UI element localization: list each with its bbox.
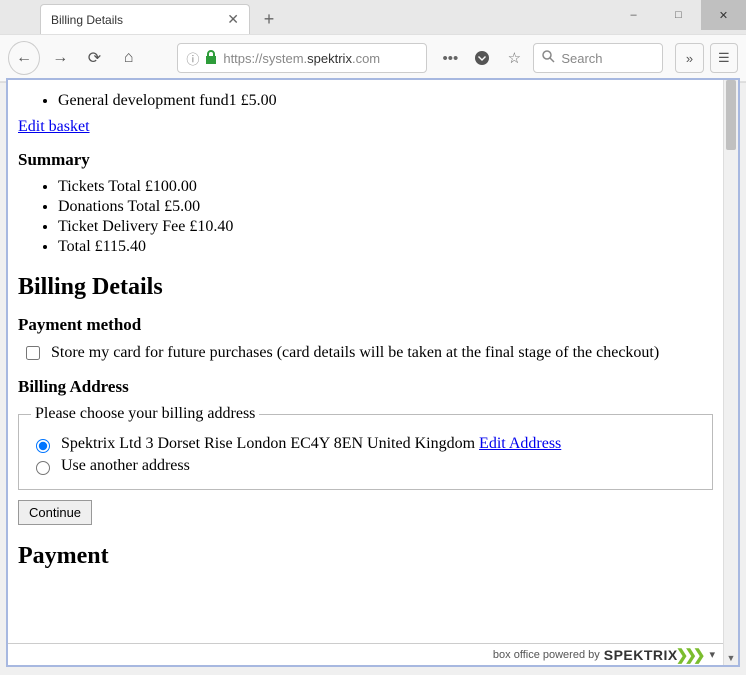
window-close-button[interactable]: ✕	[701, 0, 746, 30]
chevron-down-icon[interactable]: ▾	[709, 648, 715, 661]
url-text: https://system.spektrix.com	[223, 51, 380, 66]
search-icon	[542, 50, 555, 66]
lock-icon	[205, 50, 217, 67]
billing-address-heading: Billing Address	[18, 377, 713, 397]
page-content: General development fund1 £5.00 Edit bas…	[8, 80, 723, 665]
url-bar[interactable]: ⓘ https://system.spektrix.com	[177, 43, 427, 73]
tab-title: Billing Details	[51, 13, 123, 27]
scroll-down-arrow[interactable]: ▼	[724, 650, 738, 665]
edit-address-link[interactable]: Edit Address	[479, 435, 561, 452]
summary-list: Tickets Total £100.00 Donations Total £5…	[18, 178, 713, 256]
billing-address-fieldset: Please choose your billing address Spekt…	[18, 405, 713, 490]
spektrix-logo[interactable]: SPEKTRIX❯❯❯	[604, 646, 702, 664]
list-item: Total £115.40	[58, 238, 713, 256]
new-tab-button[interactable]: +	[254, 4, 284, 34]
reload-button[interactable]: ⟳	[80, 43, 108, 73]
scroll-thumb[interactable]	[726, 80, 736, 150]
list-item: Donations Total £5.00	[58, 198, 713, 216]
toolbar: ← → ⟳ ⌂ ⓘ https://system.spektrix.com ••…	[0, 34, 746, 82]
info-icon: ⓘ	[186, 49, 199, 68]
billing-details-heading: Billing Details	[18, 274, 713, 301]
other-address-radio[interactable]	[36, 461, 50, 475]
overflow-button[interactable]: »	[675, 43, 703, 73]
existing-address-label: Spektrix Ltd 3 Dorset Rise London EC4Y 8…	[61, 435, 561, 453]
store-card-label: Store my card for future purchases (card…	[51, 344, 659, 362]
payment-heading: Payment	[18, 543, 713, 570]
footer-bar: box office powered by SPEKTRIX❯❯❯ ▾	[8, 643, 723, 665]
scrollbar[interactable]: ▲ ▼	[723, 80, 738, 665]
fieldset-legend: Please choose your billing address	[31, 405, 259, 423]
maximize-button[interactable]: □	[656, 0, 701, 30]
page-viewport: General development fund1 £5.00 Edit bas…	[6, 78, 740, 667]
list-item: Tickets Total £100.00	[58, 178, 713, 196]
bookmark-star-icon[interactable]: ☆	[501, 45, 527, 71]
page-actions-icon[interactable]: •••	[437, 45, 463, 71]
forward-button[interactable]: →	[46, 43, 74, 73]
pocket-icon[interactable]	[469, 45, 495, 71]
hamburger-menu-button[interactable]: ☰	[710, 43, 738, 73]
store-card-checkbox[interactable]	[26, 346, 40, 360]
payment-method-heading: Payment method	[18, 315, 713, 335]
search-bar[interactable]: Search	[533, 43, 663, 73]
browser-tab[interactable]: Billing Details ✕	[40, 4, 250, 34]
minimize-button[interactable]: –	[611, 0, 656, 30]
continue-button[interactable]: Continue	[18, 500, 92, 525]
edit-basket-link[interactable]: Edit basket	[18, 118, 90, 135]
basket-items-list: General development fund1 £5.00	[18, 92, 713, 110]
chevron-icon: ❯❯❯	[676, 646, 702, 664]
list-item: General development fund1 £5.00	[58, 92, 713, 110]
home-button[interactable]: ⌂	[115, 43, 143, 73]
other-address-label: Use another address	[61, 457, 190, 475]
tab-close-icon[interactable]: ✕	[227, 11, 239, 28]
existing-address-radio[interactable]	[36, 439, 50, 453]
list-item: Ticket Delivery Fee £10.40	[58, 218, 713, 236]
search-placeholder: Search	[561, 51, 602, 66]
back-button[interactable]: ←	[8, 41, 40, 75]
summary-heading: Summary	[18, 150, 713, 170]
footer-text: box office powered by	[493, 649, 600, 661]
